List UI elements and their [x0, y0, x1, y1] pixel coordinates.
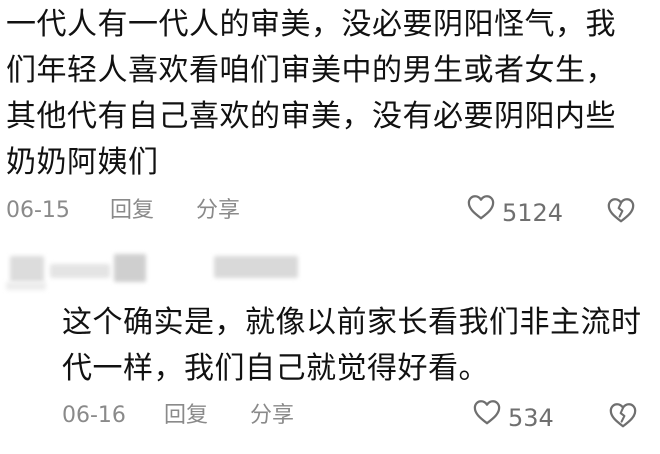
like-count: 5124 [502, 199, 564, 227]
avatar [10, 256, 44, 282]
dislike-button[interactable] [606, 195, 636, 237]
username-blurred [50, 264, 110, 278]
broken-heart-icon [606, 198, 636, 231]
comment-meta: 06-15 回复 分享 5124 [6, 193, 646, 229]
comment-text: 这个确实是，就像以前家长看我们非主流时代一样，我们自己就觉得好看。 [62, 305, 642, 386]
username-blurred [114, 254, 146, 282]
reply-button[interactable]: 回复 [164, 398, 208, 434]
username-blurred [6, 282, 46, 290]
share-button[interactable]: 分享 [250, 398, 294, 434]
like-button[interactable]: 534 [472, 398, 554, 438]
comment-date: 06-16 [62, 403, 126, 428]
comment-date: 06-15 [6, 198, 70, 223]
comment-meta: 06-16 回复 分享 534 [62, 398, 642, 434]
like-count: 534 [508, 404, 554, 432]
heart-outline-icon [472, 398, 508, 438]
reply-button[interactable]: 回复 [110, 193, 154, 229]
heart-outline-icon [466, 193, 502, 233]
broken-heart-icon [608, 403, 638, 436]
share-button[interactable]: 分享 [196, 193, 240, 229]
username-blurred [214, 256, 298, 278]
like-button[interactable]: 5124 [466, 193, 563, 233]
dislike-button[interactable] [608, 400, 638, 442]
comment-text: 一代人有一代人的审美，没必要阴阳怪气，我们年轻人喜欢看咱们审美中的男生或者女生，… [6, 7, 616, 180]
